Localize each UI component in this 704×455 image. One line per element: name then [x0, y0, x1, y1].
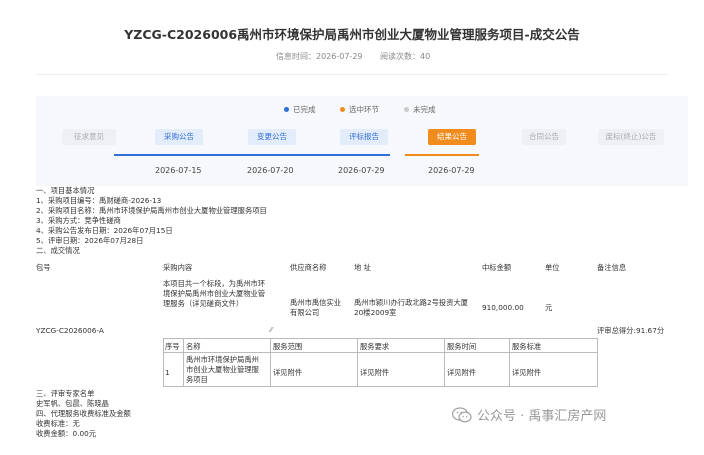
orange-dot-icon: [340, 107, 345, 112]
col-address: 地 址: [354, 263, 371, 272]
subtable-vline-3: [357, 338, 358, 387]
col-package: 包号: [36, 263, 51, 272]
sub-col-scope: 服务范围: [273, 342, 303, 351]
views-info: 阅读次数：40: [380, 51, 430, 62]
subtable-vline-5: [509, 338, 510, 387]
step-result-notice[interactable]: 结果公告: [428, 129, 476, 145]
blue-dot-icon: [284, 107, 289, 112]
sub-col-requirement: 服务要求: [360, 342, 390, 351]
review-date: 5、评审日期：2026年07月28日: [36, 236, 144, 245]
sub-row-name-1: 禹州市环境保护局禹州: [186, 355, 259, 364]
review-score: 评审总得分:91.67分: [597, 326, 665, 335]
sub-row-name-3: 务项目: [186, 375, 208, 384]
col-supplier: 供应商名称: [290, 263, 327, 272]
legend-pending-label: 未完成: [413, 105, 436, 114]
step-consultation[interactable]: 征求意见: [62, 129, 116, 145]
sub-col-time: 服务时间: [447, 342, 477, 351]
amount-unit: 元: [545, 303, 553, 312]
page-title: YZCG-C2026006禹州市环境保护局禹州市创业大厦物业管理服务项目-成交公…: [124, 27, 580, 42]
project-name: 2、采购项目名称：禹州市环境保护局禹州市创业大厦物业管理服务项目: [36, 206, 267, 215]
step-date-result: 2026-07-29: [428, 166, 475, 175]
section-heading-2: 二、成交情况: [36, 246, 80, 255]
progress-line-1: [114, 154, 206, 156]
header-divider: [36, 74, 668, 75]
address-line-2: 20楼2009室: [354, 308, 397, 317]
step-contract-notice[interactable]: 合同公告: [522, 129, 566, 145]
section-heading-3: 三、评审专家名单: [36, 389, 95, 398]
step-procurement-notice[interactable]: 采购公告: [155, 129, 203, 145]
step-termination-notice[interactable]: 废标(终止)公告: [598, 129, 664, 145]
sub-col-index: 序号: [165, 342, 180, 351]
resize-handle-icon: ⁄⁄: [270, 326, 273, 334]
subtable-vline-6: [597, 338, 598, 387]
col-remark: 备注信息: [597, 263, 627, 272]
fee-standard: 收费标准：无: [36, 419, 80, 428]
winning-amount: 910,000.00: [482, 303, 524, 312]
step-change-notice[interactable]: 变更公告: [248, 129, 296, 145]
sub-row-time: 详见附件: [447, 368, 477, 377]
subtable-vline-1: [183, 338, 184, 387]
sub-row-standard: 详见附件: [512, 368, 542, 377]
sub-row-requirement: 详见附件: [360, 368, 390, 377]
progress-line-2: [206, 154, 298, 156]
supplier-line-1: 禹州市禹信实业: [290, 298, 342, 307]
subtable-border-mid: [163, 352, 598, 353]
legend-current: 选中环节: [340, 104, 379, 115]
subtable-vline-4: [444, 338, 445, 387]
step-date-change: 2026-07-20: [247, 166, 294, 175]
step-date-evaluation: 2026-07-29: [338, 166, 385, 175]
wechat-watermark: 公众号 · 禹事汇房产网: [452, 405, 606, 424]
legend-current-label: 选中环节: [349, 105, 379, 114]
progress-line-3: [298, 154, 390, 156]
sub-col-standard: 服务标准: [512, 342, 542, 351]
step-date-procurement: 2026-07-15: [155, 166, 202, 175]
wechat-icon: [452, 406, 472, 422]
content-line-3: 理服务（详见磋商文件）: [163, 299, 244, 308]
legend-done: 已完成: [284, 104, 316, 115]
sub-row-scope: 详见附件: [273, 368, 303, 377]
col-content: 采购内容: [163, 263, 193, 272]
address-line-1: 禹州市颍川办行政北路2号投资大厦: [354, 298, 469, 307]
procurement-method: 3、采购方式：竞争性磋商: [36, 216, 121, 225]
fee-amount: 收费金额：0.00元: [36, 429, 97, 438]
legend-pending: 未完成: [404, 104, 436, 115]
subtable-border-top: [163, 338, 598, 339]
publish-info: 信息时间：2026-07-29: [276, 51, 363, 62]
subtable-border-bottom: [163, 386, 598, 387]
sub-col-name: 名称: [186, 342, 201, 351]
sub-row-name-2: 市创业大厦物业管理服: [186, 365, 259, 374]
project-number: 1、采购项目编号：禹财磋商-2026-13: [36, 196, 162, 205]
sub-row-index: 1: [165, 368, 170, 377]
views-label: 阅读次数：: [380, 52, 420, 61]
step-evaluation-report[interactable]: 评标报告: [340, 129, 388, 145]
legend-done-label: 已完成: [293, 105, 316, 114]
publish-date: 2026-07-29: [316, 52, 363, 61]
supplier-line-2: 有限公司: [290, 308, 320, 317]
notice-date: 4、采购公告发布日期：2026年07月15日: [36, 226, 173, 235]
expert-names: 史军帆、包晨、陈晓晶: [36, 399, 109, 408]
views-count: 40: [420, 52, 431, 61]
watermark-text: 公众号 · 禹事汇房产网: [477, 409, 607, 424]
content-line-1: 本项目共一个标段，为禹州市环: [163, 279, 266, 288]
content-line-2: 境保护局禹州市创业大厦物业管: [163, 289, 266, 298]
package-number: YZCG-C2026006-A: [36, 326, 104, 335]
section-heading-1: 一、项目基本情况: [36, 186, 95, 195]
progress-line-current: [405, 154, 479, 156]
col-amount: 中标金额: [482, 263, 512, 272]
section-heading-4: 四、代理服务收费标准及金额: [36, 409, 131, 418]
subtable-vline-2: [270, 338, 271, 387]
publish-label: 信息时间：: [276, 52, 316, 61]
col-unit: 单位: [545, 263, 560, 272]
subtable-vline-0: [163, 338, 164, 387]
gray-dot-icon: [404, 107, 409, 112]
